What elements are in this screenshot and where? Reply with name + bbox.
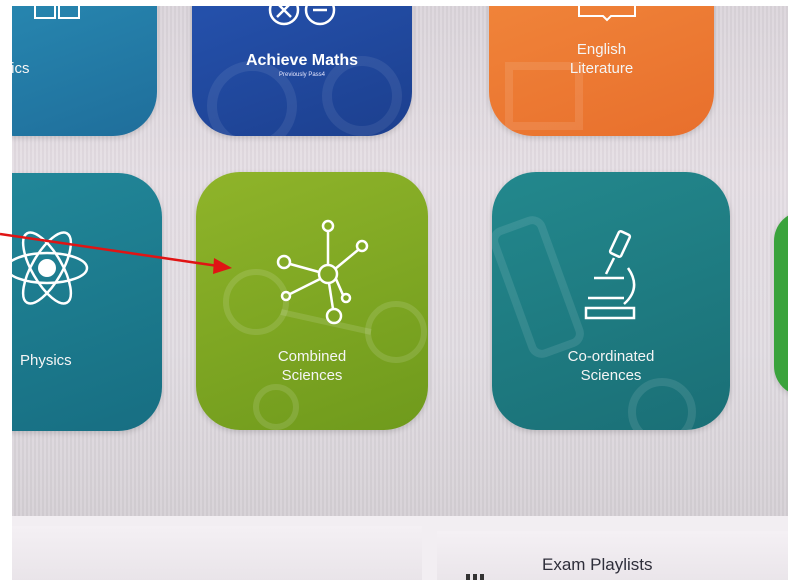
annotation-arrow [0,232,232,274]
annotation-arrow-head [213,258,232,274]
annotation-arrow-shaft [0,232,219,268]
